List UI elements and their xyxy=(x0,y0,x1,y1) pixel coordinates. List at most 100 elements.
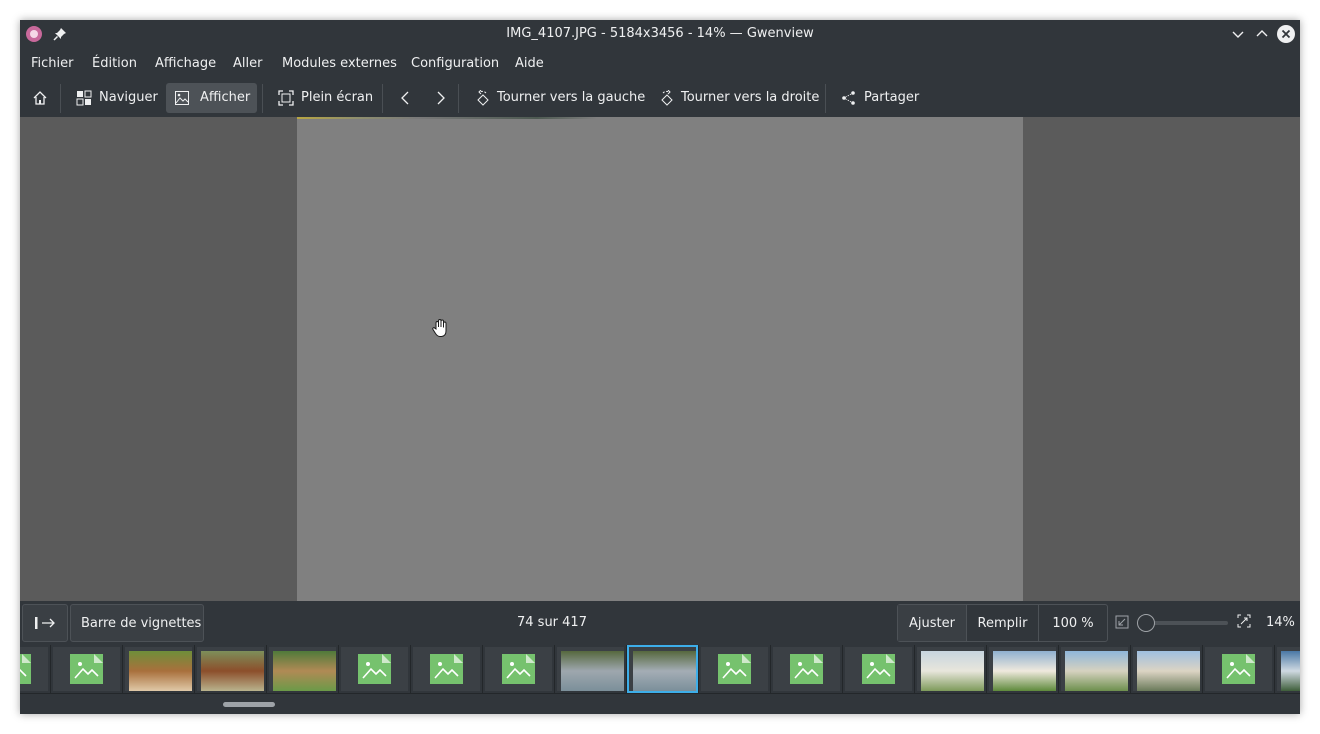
toolbar-separator xyxy=(382,84,383,113)
thumbnail-item[interactable] xyxy=(771,645,842,693)
fill-button[interactable]: Remplir xyxy=(967,605,1039,641)
menu-aller[interactable]: Aller xyxy=(233,48,262,80)
share-label: Partager xyxy=(864,90,920,105)
chevron-left-icon xyxy=(401,91,409,105)
thumbnail-item[interactable] xyxy=(339,645,410,693)
photo-horse-portrait xyxy=(129,651,192,691)
view-button[interactable]: Afficher xyxy=(166,83,257,113)
rotate-left-icon xyxy=(477,90,489,106)
thumbnail-item[interactable] xyxy=(1203,645,1274,693)
zoom-out-icon[interactable] xyxy=(1115,615,1129,629)
share-icon xyxy=(842,91,855,105)
toolbar-separator xyxy=(60,84,61,113)
thumbnail-item[interactable] xyxy=(1275,645,1300,693)
photo-white-cliffs xyxy=(921,651,984,691)
menu-edition[interactable]: Édition xyxy=(92,48,137,80)
thumbnail-frame xyxy=(627,645,698,693)
minimize-icon[interactable] xyxy=(1230,26,1246,42)
thumbnail-frame xyxy=(269,647,336,691)
previous-button[interactable] xyxy=(390,83,418,113)
thumbnail-item[interactable] xyxy=(195,645,266,693)
thumbnail-item[interactable] xyxy=(627,645,698,693)
thumbnail-item[interactable] xyxy=(411,645,482,693)
fullscreen-icon xyxy=(278,90,294,106)
zoom-slider-track[interactable] xyxy=(1146,621,1228,625)
status-bar: Barre de vignettes 74 sur 417 Ajuster Re… xyxy=(20,601,1300,645)
thumbnail-item[interactable] xyxy=(1131,645,1202,693)
rotate-right-icon xyxy=(661,90,673,106)
image-placeholder-icon xyxy=(502,654,535,684)
thumbnail-item[interactable] xyxy=(51,645,122,693)
home-icon xyxy=(33,91,47,105)
menu-configuration[interactable]: Configuration xyxy=(411,48,499,80)
displayed-image[interactable] xyxy=(297,117,1023,601)
thumbnail-item[interactable] xyxy=(555,645,626,693)
gwenview-window: IMG_4107.JPG - 5184x3456 - 14% — Gwenvie… xyxy=(20,20,1300,714)
browse-button[interactable]: Naviguer xyxy=(68,83,162,113)
photo-village-rooftops xyxy=(633,651,696,691)
thumbnail-item[interactable] xyxy=(267,645,338,693)
actual-size-button[interactable]: 100 % xyxy=(1039,605,1107,641)
fullscreen-button[interactable]: Plein écran xyxy=(270,83,374,113)
grid-icon xyxy=(76,90,92,106)
thumbnail-item[interactable] xyxy=(699,645,770,693)
image-placeholder-icon xyxy=(358,654,391,684)
thumbnail-frame xyxy=(557,647,624,691)
image-placeholder-icon xyxy=(718,654,751,684)
fit-button[interactable]: Ajuster xyxy=(898,605,967,641)
photo-cliff-path xyxy=(993,651,1056,691)
menu-aide[interactable]: Aide xyxy=(515,48,544,80)
menu-fichier[interactable]: Fichier xyxy=(31,48,74,80)
menu-affichage[interactable]: Affichage xyxy=(155,48,216,80)
photo-sea-view xyxy=(1281,651,1300,691)
zoom-in-icon[interactable] xyxy=(1237,614,1251,628)
thumbnail-scrollbar-handle[interactable] xyxy=(223,702,275,707)
share-button[interactable]: Partager xyxy=(833,83,927,113)
title-bar: IMG_4107.JPG - 5184x3456 - 14% — Gwenvie… xyxy=(20,20,1300,48)
sidebar-toggle-button[interactable] xyxy=(22,604,68,642)
thumbnail-frame xyxy=(53,647,120,691)
thumbnail-frame xyxy=(845,647,912,691)
image-icon xyxy=(175,91,189,105)
close-icon[interactable] xyxy=(1277,25,1295,43)
zoom-slider-handle[interactable] xyxy=(1137,614,1155,632)
image-placeholder-icon xyxy=(70,654,103,684)
image-placeholder-icon xyxy=(1222,654,1255,684)
image-viewer[interactable] xyxy=(20,117,1300,601)
photo-wooden-sign xyxy=(273,651,336,691)
thumbnail-item[interactable] xyxy=(1059,645,1130,693)
zoom-mode-group: Ajuster Remplir 100 % xyxy=(897,604,1108,642)
image-placeholder-icon xyxy=(790,654,823,684)
rotate-left-button[interactable]: Tourner vers la gauche xyxy=(466,83,646,113)
thumbnail-item[interactable] xyxy=(483,645,554,693)
thumbnail-frame xyxy=(197,647,264,691)
rotate-right-button[interactable]: Tourner vers la droite xyxy=(650,83,820,113)
thumbnail-item[interactable] xyxy=(915,645,986,693)
toolbar-separator xyxy=(458,84,459,113)
thumbnail-frame xyxy=(485,647,552,691)
maximize-icon[interactable] xyxy=(1254,26,1270,42)
main-toolbar: Naviguer Afficher Plein écran Tourner ve… xyxy=(20,80,1300,117)
image-placeholder-icon xyxy=(430,654,463,684)
toolbar-separator xyxy=(825,84,826,113)
menu-bar: Fichier Édition Affichage Aller Modules … xyxy=(20,48,1300,80)
thumbnail-bar-button[interactable]: Barre de vignettes xyxy=(70,604,204,642)
menu-modules-externes[interactable]: Modules externes xyxy=(282,48,397,80)
rotate-left-label: Tourner vers la gauche xyxy=(497,90,646,105)
browse-label: Naviguer xyxy=(99,90,158,105)
thumbnail-item[interactable] xyxy=(987,645,1058,693)
image-placeholder-icon xyxy=(862,654,895,684)
thumbnail-item[interactable] xyxy=(20,645,50,693)
image-position-text: 74 sur 417 xyxy=(517,615,587,630)
thumbnail-frame xyxy=(1277,647,1300,691)
thumbnail-strip[interactable] xyxy=(20,645,1300,714)
image-top-edge xyxy=(297,117,597,119)
next-button[interactable] xyxy=(424,83,452,113)
thumbnail-frame xyxy=(1061,647,1128,691)
thumbnail-bar-label: Barre de vignettes xyxy=(81,616,202,631)
rotate-right-label: Tourner vers la droite xyxy=(681,90,820,105)
home-button[interactable] xyxy=(24,83,54,113)
thumbnail-strip-divider xyxy=(20,693,1300,694)
thumbnail-item[interactable] xyxy=(123,645,194,693)
thumbnail-item[interactable] xyxy=(843,645,914,693)
